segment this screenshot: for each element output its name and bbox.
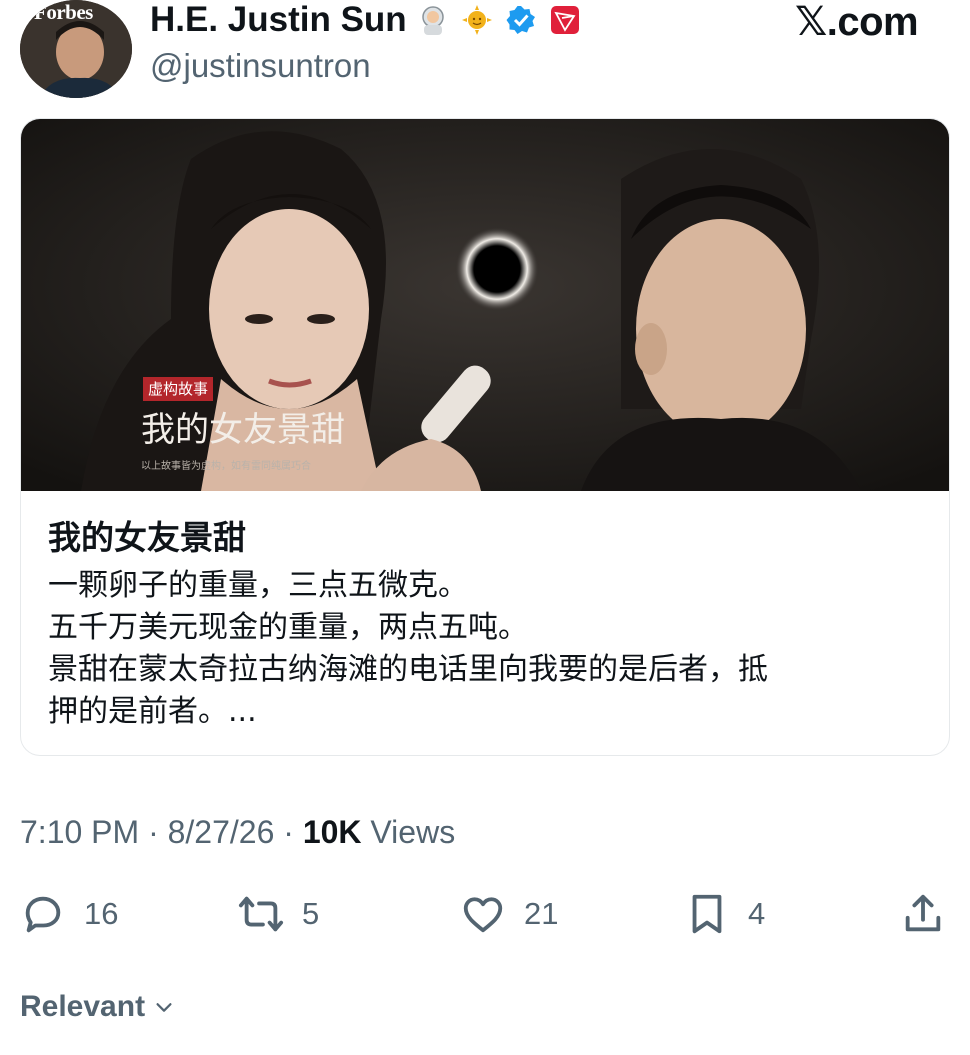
card-description-line: 景甜在蒙太奇拉古纳海滩的电话里向我要的是后者，抵 [48,652,768,687]
heart-icon [463,897,503,933]
reply-icon [25,896,61,933]
like-count: 21 [524,896,559,931]
author-badges [418,0,580,40]
post-time[interactable]: 7:10 PM [20,814,139,850]
post-date[interactable]: 8/27/26 [168,814,275,850]
repost-icon [238,896,284,932]
reply-sort-dropdown[interactable]: Relevant [20,990,175,1024]
site-label: 𝕏.com [795,0,919,44]
share-icon [905,894,941,932]
avatar-magazine-text: Forbes [34,0,93,24]
verified-icon[interactable] [506,5,536,35]
views-count: 10K [302,814,362,850]
meta-separator: · [148,814,168,850]
repost-count: 5 [302,896,320,931]
card-description-line: 五千万美元现金的重量，两点五吨。 [48,610,528,645]
sun-emoji-icon [462,5,492,35]
card-description-line: 押的是前者。... [48,694,257,729]
bookmark-icon [692,894,722,934]
card-title[interactable]: 我的女友景甜 [48,511,246,559]
repost-button[interactable]: 5 [238,890,319,938]
image-caption-text: 以上故事皆为虚构，如有雷同纯属巧合 [141,459,311,472]
bookmark-button[interactable]: 4 [684,890,765,938]
reply-count: 16 [84,896,119,931]
like-button[interactable]: 21 [460,890,558,938]
chevron-down-icon [156,1003,172,1012]
astronaut-emoji-icon [422,6,444,35]
share-button[interactable] [900,890,946,938]
avatar[interactable]: Forbes [20,0,132,98]
sort-label: Relevant [20,990,146,1023]
post-meta: 7:10 PM · 8/27/26 · 10K Views [20,812,455,852]
card-description-line: 一颗卵子的重量，三点五微克。 [48,568,468,603]
author-display-name[interactable]: H.E. Justin Sun [150,0,407,40]
tron-logo-icon[interactable] [550,5,580,35]
reply-button[interactable]: 16 [20,890,118,938]
meta-separator: · [283,814,303,850]
author-handle[interactable]: @justinsuntron [150,46,371,86]
link-card[interactable]: 虚构故事 我的女友景甜 以上故事皆为虚构，如有雷同纯属巧合 我的女友景甜 一颗卵… [20,118,950,756]
card-description: 一颗卵子的重量，三点五微克。 五千万美元现金的重量，两点五吨。 景甜在蒙太奇拉古… [48,565,928,733]
bookmark-count: 4 [748,896,766,931]
image-title-text: 我的女友景甜 [141,410,345,450]
story-tag-text: 虚构故事 [148,380,208,398]
card-image[interactable]: 虚构故事 我的女友景甜 以上故事皆为虚构，如有雷同纯属巧合 [21,119,949,491]
views-label: Views [370,814,456,850]
eclipse-graphic [455,227,539,311]
